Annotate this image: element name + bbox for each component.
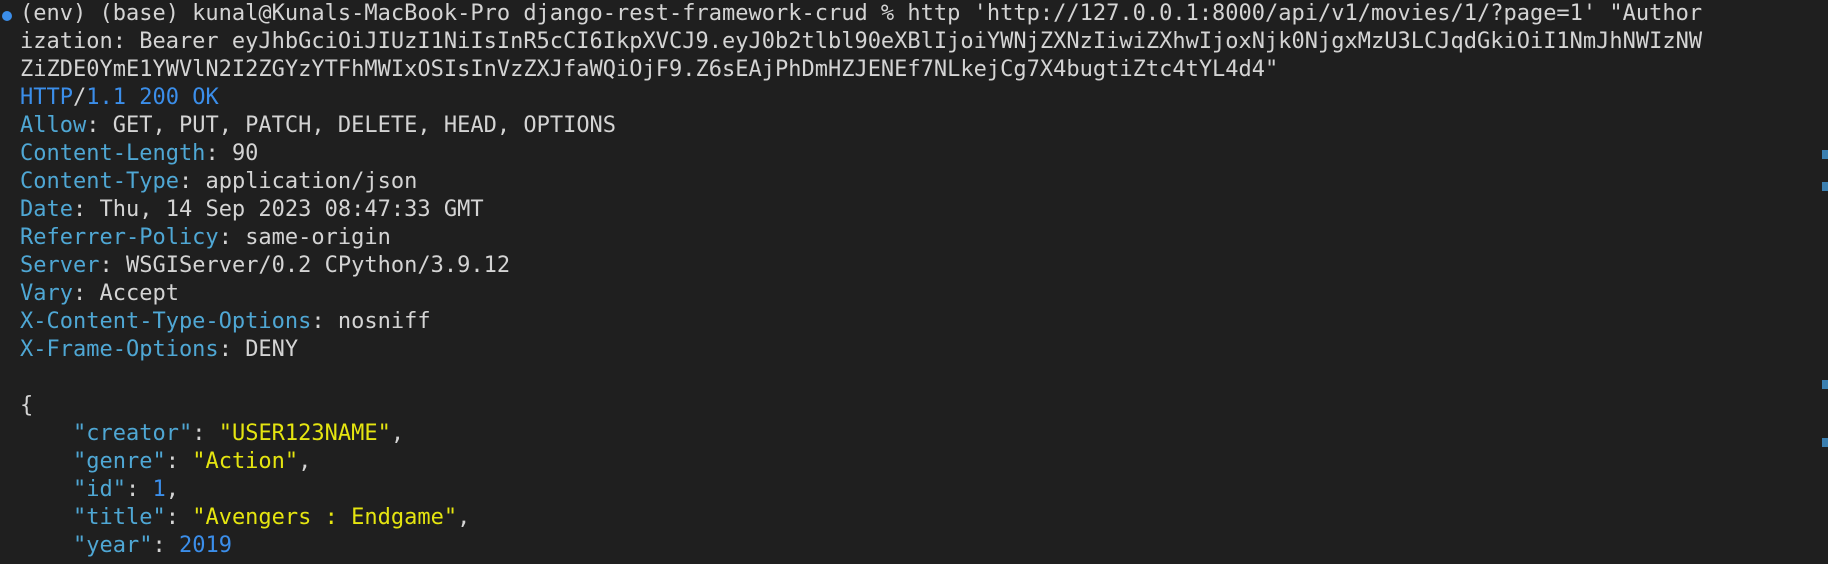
json-field: "title": "Avengers : Endgame", xyxy=(72,505,471,530)
header-value: DENY xyxy=(245,337,299,362)
header-line: Date: Thu, 14 Sep 2023 08:47:33 GMT xyxy=(20,197,484,222)
header-value: application/json xyxy=(205,169,418,194)
json-value: "Action" xyxy=(192,449,299,474)
header-value: Thu, 14 Sep 2023 08:47:33 GMT xyxy=(99,197,484,222)
json-field: "year": 2019 xyxy=(72,533,232,558)
header-name: Allow xyxy=(20,113,87,138)
json-field: "creator": "USER123NAME", xyxy=(72,421,405,446)
json-value: 2019 xyxy=(178,533,232,558)
command-decoration-dot-icon[interactable] xyxy=(2,11,12,21)
overview-ruler-marker xyxy=(1822,380,1828,389)
header-line: Content-Type: application/json xyxy=(20,169,418,194)
json-value: "USER123NAME" xyxy=(218,421,391,446)
http-status-line: HTTP/1.1 200 OK xyxy=(20,84,1828,112)
header-name: Content-Type xyxy=(20,169,179,194)
header-line: X-Content-Type-Options: nosniff xyxy=(20,309,431,334)
header-name: Content-Length xyxy=(20,141,206,166)
overview-ruler-marker xyxy=(1822,182,1828,191)
http-status-text: 1.1 200 OK xyxy=(86,85,219,110)
header-line: Content-Length: 90 xyxy=(20,141,259,166)
header-line: Referrer-Policy: same-origin xyxy=(20,225,391,250)
overview-ruler-marker xyxy=(1822,438,1828,447)
json-value: 1 xyxy=(152,477,166,502)
command-line-3: ZiZDE0YmE1YWVlN2I2ZGYzYTFhMWIxOSIsInVzZX… xyxy=(20,57,1279,82)
header-line: Server: WSGIServer/0.2 CPython/3.9.12 xyxy=(20,253,511,278)
json-value: "Avengers : Endgame" xyxy=(192,505,458,530)
header-value: Accept xyxy=(99,281,179,306)
command-line-1: (env) (base) kunal@Kunals-MacBook-Pro dj… xyxy=(20,1,1703,26)
overview-ruler-marker xyxy=(1822,150,1828,159)
scrollbar-overview-ruler[interactable] xyxy=(1822,0,1828,564)
json-key: "genre" xyxy=(72,449,166,474)
json-field: "genre": "Action", xyxy=(72,449,312,474)
command-line-2: ization: Bearer eyJhbGciOiJIUzI1NiIsInR5… xyxy=(20,29,1703,54)
header-line: Vary: Accept xyxy=(20,281,179,306)
terminal-output[interactable]: (env) (base) kunal@Kunals-MacBook-Pro dj… xyxy=(0,0,1828,564)
header-name: Vary xyxy=(20,281,73,306)
json-key: "year" xyxy=(72,533,153,558)
header-name: Referrer-Policy xyxy=(20,225,219,250)
header-name: X-Content-Type-Options xyxy=(20,309,312,334)
json-field: "id": 1, xyxy=(72,477,179,502)
http-status-slash: / xyxy=(72,85,87,110)
header-value: nosniff xyxy=(337,309,431,334)
json-key: "title" xyxy=(72,505,166,530)
header-line: X-Frame-Options: DENY xyxy=(20,337,299,362)
header-value: WSGIServer/0.2 CPython/3.9.12 xyxy=(125,253,511,278)
header-value: 90 xyxy=(231,141,259,166)
header-value: same-origin xyxy=(245,225,391,250)
http-protocol: HTTP xyxy=(20,85,73,110)
json-key: "id" xyxy=(72,477,126,502)
json-key: "creator" xyxy=(72,421,193,446)
header-name: Date xyxy=(20,197,73,222)
header-name: X-Frame-Options xyxy=(20,337,219,362)
header-name: Server xyxy=(20,253,100,278)
header-value: GET, PUT, PATCH, DELETE, HEAD, OPTIONS xyxy=(112,113,617,138)
header-line: Allow: GET, PUT, PATCH, DELETE, HEAD, OP… xyxy=(20,113,617,138)
json-open-brace: { xyxy=(20,393,34,418)
